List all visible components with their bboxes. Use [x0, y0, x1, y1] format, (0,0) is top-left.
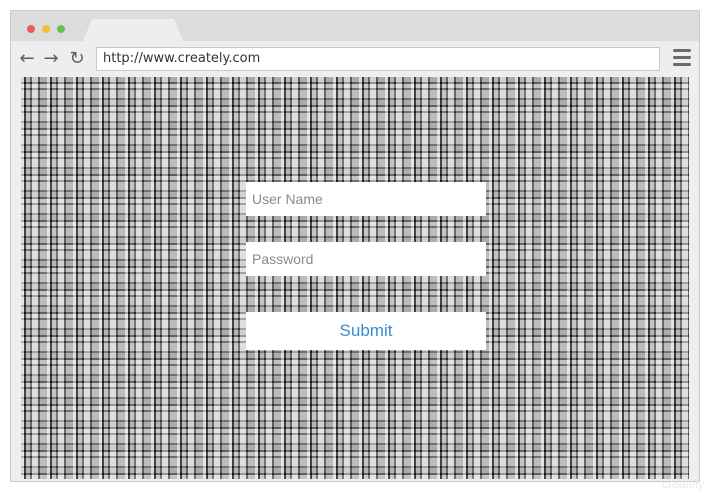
- close-window-dot[interactable]: [27, 25, 35, 33]
- page-viewport-newspaper-background: Submit: [21, 77, 689, 479]
- minimize-window-dot[interactable]: [42, 25, 50, 33]
- username-input[interactable]: [246, 182, 486, 216]
- creately-watermark: creately: [661, 477, 704, 491]
- menu-line: [673, 49, 691, 52]
- browser-window: ← → ↻ http://www.creately.com Submit: [10, 10, 700, 482]
- menu-line: [673, 56, 691, 59]
- address-bar[interactable]: http://www.creately.com: [96, 47, 660, 71]
- password-input[interactable]: [246, 242, 486, 276]
- menu-line: [673, 63, 691, 66]
- submit-button[interactable]: Submit: [246, 312, 486, 350]
- maximize-window-dot[interactable]: [57, 25, 65, 33]
- browser-tab[interactable]: [83, 19, 183, 41]
- tab-strip: [11, 11, 699, 41]
- forward-arrow-icon[interactable]: →: [41, 49, 61, 69]
- browser-toolbar: ← → ↻ http://www.creately.com: [11, 41, 699, 76]
- hamburger-menu-icon[interactable]: [673, 49, 691, 67]
- reload-icon[interactable]: ↻: [67, 49, 87, 69]
- back-arrow-icon[interactable]: ←: [17, 49, 37, 69]
